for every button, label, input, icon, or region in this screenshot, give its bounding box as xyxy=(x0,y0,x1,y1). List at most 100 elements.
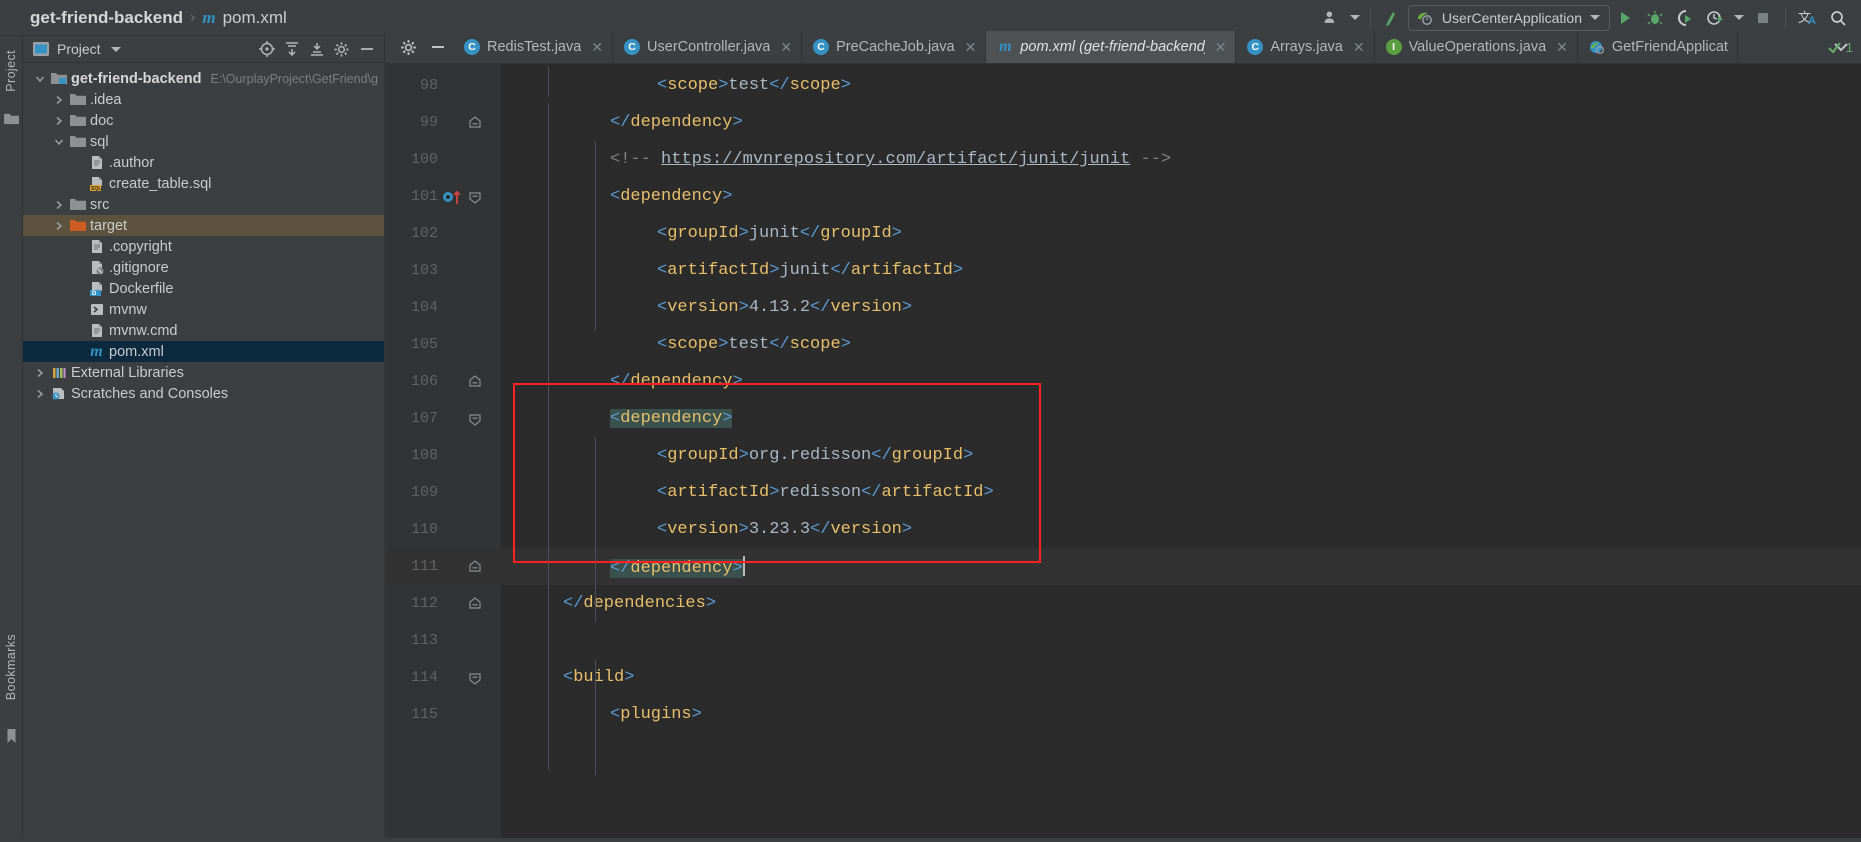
tree-item-doc[interactable]: doc xyxy=(23,110,384,131)
editor-tab-pom-xml-get-friend-backend[interactable]: m pom.xml (get-friend-backend) ✕ xyxy=(986,31,1237,63)
project-tree[interactable]: get-friend-backend E:\OurplayProject\GetF… xyxy=(23,63,384,404)
code-line[interactable]: 114 <build> xyxy=(386,659,1861,696)
code-editor[interactable]: 98 <scope>test</scope> 99 </dependency> 100 <… xyxy=(386,64,1861,842)
tree-expand-arrow-icon[interactable] xyxy=(50,221,67,231)
code-fold-start-icon[interactable] xyxy=(468,671,482,690)
line-number[interactable]: 103 xyxy=(386,252,438,289)
code-line[interactable]: 103 <artifactId>junit</artifactId> xyxy=(386,252,1861,289)
tree-item-scratches-and-consoles[interactable]: Scratches and Consoles xyxy=(23,383,384,404)
select-opened-file-icon[interactable] xyxy=(255,38,278,60)
tree-item-idea[interactable]: .idea xyxy=(23,89,384,110)
tree-item-mvnw[interactable]: mvnw xyxy=(23,299,384,320)
breadcrumb-file[interactable]: pom.xml xyxy=(223,8,287,28)
vcs-update-icon[interactable] xyxy=(1378,5,1408,31)
run-button[interactable] xyxy=(1610,5,1640,31)
project-folder-icon[interactable] xyxy=(4,112,19,125)
user-icon[interactable] xyxy=(1317,5,1347,31)
code-line[interactable]: 110 <version>3.23.3</version> xyxy=(386,511,1861,548)
settings-gear-icon[interactable] xyxy=(396,35,420,59)
tree-expand-arrow-icon[interactable] xyxy=(31,74,48,84)
bookmark-icon[interactable] xyxy=(4,728,19,744)
code-line[interactable]: 98 <scope>test</scope> xyxy=(386,67,1861,104)
editor-tab-valueoperations-java[interactable]: I ValueOperations.java ✕ xyxy=(1375,31,1578,63)
code-line[interactable]: 107 <dependency> xyxy=(386,400,1861,437)
run-with-coverage-button[interactable] xyxy=(1670,5,1700,31)
close-icon[interactable]: ✕ xyxy=(1556,39,1568,56)
code-fold-end-icon[interactable] xyxy=(468,116,482,135)
expand-all-icon[interactable] xyxy=(280,38,303,60)
hide-panel-icon[interactable] xyxy=(355,38,378,60)
chevron-down-icon[interactable] xyxy=(1590,15,1600,20)
line-number[interactable]: 108 xyxy=(386,437,438,474)
line-number[interactable]: 115 xyxy=(386,696,438,733)
line-number[interactable]: 111 xyxy=(386,548,438,585)
close-icon[interactable]: ✕ xyxy=(1353,39,1365,56)
line-number[interactable]: 113 xyxy=(386,622,438,659)
line-number[interactable]: 102 xyxy=(386,215,438,252)
run-configuration-selector[interactable]: UserCenterApplication xyxy=(1407,4,1610,31)
code-line[interactable]: 104 <version>4.13.2</version> xyxy=(386,289,1861,326)
translate-icon[interactable]: 文 A xyxy=(1793,5,1823,31)
tree-item-copyright[interactable]: .copyright xyxy=(23,236,384,257)
code-line[interactable]: 106 </dependency> xyxy=(386,363,1861,400)
stripe-button-project[interactable]: Project xyxy=(4,50,18,92)
code-fold-end-icon[interactable] xyxy=(468,375,482,394)
tree-item-get-friend-backend[interactable]: get-friend-backend E:\OurplayProject\GetF… xyxy=(23,68,384,89)
editor-tab-redistest-java[interactable]: C RedisTest.java ✕ xyxy=(453,31,614,63)
stripe-button-bookmarks[interactable]: Bookmarks xyxy=(4,634,18,700)
tree-expand-arrow-icon[interactable] xyxy=(31,389,48,399)
tree-item-author[interactable]: .author xyxy=(23,152,384,173)
close-icon[interactable]: ✕ xyxy=(780,39,792,56)
tree-item-sql[interactable]: sql xyxy=(23,131,384,152)
line-number[interactable]: 112 xyxy=(386,585,438,622)
code-line[interactable]: 99 </dependency> xyxy=(386,104,1861,141)
code-line[interactable]: 111 </dependency> xyxy=(386,548,1861,585)
code-line[interactable]: 101 <dependency> xyxy=(386,178,1861,215)
tree-expand-arrow-icon[interactable] xyxy=(50,200,67,210)
editor-tab-arrays-java[interactable]: C Arrays.java ✕ xyxy=(1236,31,1375,63)
settings-gear-icon[interactable] xyxy=(330,38,353,60)
profiler-button[interactable] xyxy=(1700,5,1730,31)
collapse-all-icon[interactable] xyxy=(305,38,328,60)
tree-item-pom-xml[interactable]: m pom.xml xyxy=(23,341,384,362)
close-icon[interactable]: ✕ xyxy=(965,39,977,56)
tree-item-gitignore[interactable]: .gitignore xyxy=(23,257,384,278)
line-number[interactable]: 105 xyxy=(386,326,438,363)
code-line[interactable]: 113 xyxy=(386,622,1861,659)
close-icon[interactable]: ✕ xyxy=(1215,39,1227,56)
tree-item-dockerfile[interactable]: D Dockerfile xyxy=(23,278,384,299)
line-number[interactable]: 106 xyxy=(386,363,438,400)
project-view-chevron-icon[interactable] xyxy=(110,46,121,52)
inspection-status[interactable]: 1 xyxy=(1827,40,1853,55)
stop-button[interactable] xyxy=(1748,5,1778,31)
hide-tabs-icon[interactable] xyxy=(426,35,450,59)
line-number[interactable]: 101 xyxy=(386,178,438,215)
line-number[interactable]: 100 xyxy=(386,141,438,178)
search-everywhere-icon[interactable] xyxy=(1823,5,1853,31)
code-line[interactable]: 100 <!-- https://mvnrepository.com/artifa… xyxy=(386,141,1861,178)
tree-expand-arrow-icon[interactable] xyxy=(50,116,67,126)
code-line[interactable]: 105 <scope>test</scope> xyxy=(386,326,1861,363)
code-line[interactable]: 115 <plugins> xyxy=(386,696,1861,733)
tree-item-create-table-sql[interactable]: SQL create_table.sql xyxy=(23,173,384,194)
code-line[interactable]: 108 <groupId>org.redisson</groupId> xyxy=(386,437,1861,474)
code-line[interactable]: 109 <artifactId>redisson</artifactId> xyxy=(386,474,1861,511)
user-dropdown-caret-icon[interactable] xyxy=(1347,5,1363,31)
bookmark-marker-icon[interactable] xyxy=(442,188,466,211)
breadcrumb-project[interactable]: get-friend-backend xyxy=(30,8,183,28)
profiler-caret-icon[interactable] xyxy=(1730,5,1748,31)
code-line[interactable]: 102 <groupId>junit</groupId> xyxy=(386,215,1861,252)
code-fold-end-icon[interactable] xyxy=(468,560,482,579)
tree-expand-arrow-icon[interactable] xyxy=(50,137,67,147)
tree-item-mvnw-cmd[interactable]: mvnw.cmd xyxy=(23,320,384,341)
line-number[interactable]: 98 xyxy=(386,67,438,104)
debug-button[interactable] xyxy=(1640,5,1670,31)
code-fold-start-icon[interactable] xyxy=(468,190,482,209)
line-number[interactable]: 109 xyxy=(386,474,438,511)
tree-item-target[interactable]: target xyxy=(23,215,384,236)
code-line[interactable]: 112 </dependencies> xyxy=(386,585,1861,622)
code-fold-end-icon[interactable] xyxy=(468,597,482,616)
tree-expand-arrow-icon[interactable] xyxy=(31,368,48,378)
line-number[interactable]: 110 xyxy=(386,511,438,548)
editor-tab-getfriendapplicat[interactable]: GetFriendApplicat xyxy=(1578,31,1738,63)
